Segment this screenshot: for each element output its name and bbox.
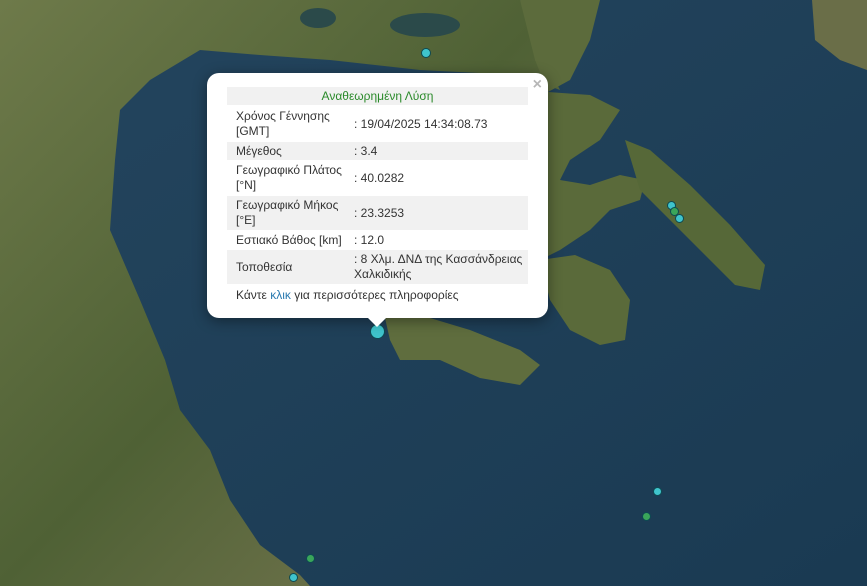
info-key: Χρόνος Γέννησης [GMT]	[236, 109, 330, 138]
close-icon[interactable]: ×	[533, 77, 542, 93]
info-row-magnitude: Μέγεθος : 3.4	[227, 142, 528, 160]
earthquake-popup: × Αναθεωρημένη Λύση Χρόνος Γέννησης [GMT…	[207, 73, 548, 318]
info-row-latitude: Γεωγραφικό Πλάτος [°N] : 40.0282	[227, 161, 528, 195]
earthquake-marker[interactable]	[289, 573, 298, 582]
info-row-longitude: Γεωγραφικό Μήκος [°E] : 23.3253	[227, 196, 528, 230]
lake	[300, 8, 336, 28]
more-info-prefix: Κάντε	[236, 288, 271, 302]
info-key: Τοποθεσία	[236, 260, 293, 274]
popup-title: Αναθεωρημένη Λύση	[227, 87, 528, 105]
more-info-link[interactable]: κλικ	[270, 288, 291, 302]
earthquake-marker[interactable]	[675, 214, 684, 223]
info-key: Γεωγραφικό Μήκος [°E]	[236, 198, 339, 227]
info-key: Εστιακό Βάθος [km]	[236, 233, 342, 247]
earthquake-marker[interactable]	[642, 512, 651, 521]
popup-tip	[367, 317, 387, 327]
info-key: Μέγεθος	[236, 144, 282, 158]
info-value: : 19/04/2025 14:34:08.73	[354, 117, 488, 131]
more-info-line: Κάντε κλικ για περισσότερες πληροφορίες	[236, 288, 459, 302]
info-value: : 40.0282	[354, 171, 405, 185]
info-row-location: Τοποθεσία : 8 Χλμ. ΔΝΔ της Κασσάνδρειας …	[227, 250, 528, 284]
info-row-origin-time: Χρόνος Γέννησης [GMT] : 19/04/2025 14:34…	[227, 107, 528, 141]
info-value: : 8 Χλμ. ΔΝΔ της Κασσάνδρειας Χαλκιδικής	[354, 252, 523, 281]
info-value: : 23.3253	[354, 206, 405, 220]
info-value: : 12.0	[354, 233, 385, 247]
earthquake-marker[interactable]	[653, 487, 662, 496]
more-info-suffix: για περισσότερες πληροφορίες	[290, 288, 459, 302]
earthquake-marker[interactable]	[421, 48, 431, 58]
info-key: Γεωγραφικό Πλάτος [°N]	[236, 163, 342, 192]
earthquake-marker[interactable]	[306, 554, 315, 563]
info-value: : 3.4	[354, 144, 378, 158]
info-row-depth: Εστιακό Βάθος [km] : 12.0	[227, 231, 528, 249]
lake	[390, 13, 460, 37]
